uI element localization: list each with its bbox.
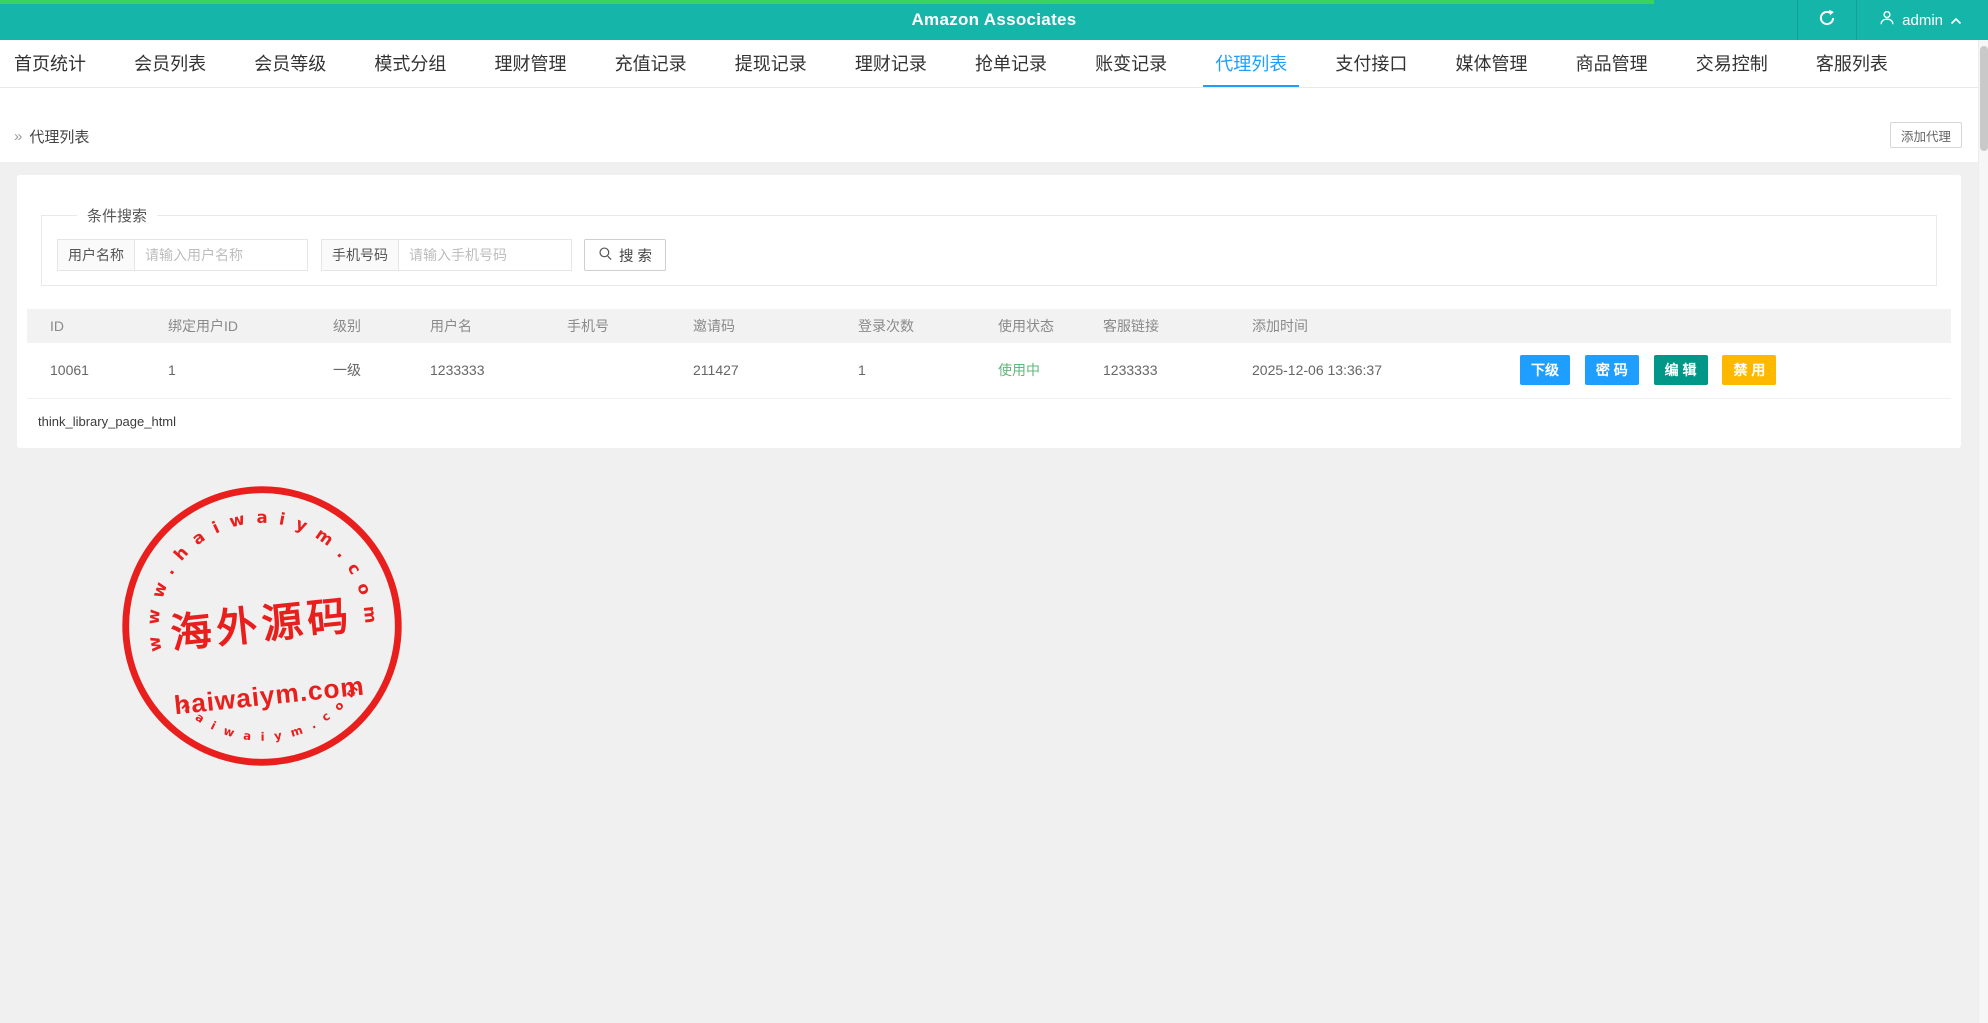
phone-label: 手机号码 — [321, 239, 399, 271]
nav-item-finance-records[interactable]: 理财记录 — [843, 40, 939, 87]
table-header-row: ID 绑定用户ID 级别 用户名 手机号 邀请码 登录次数 使用状态 客服链接 … — [27, 309, 1951, 343]
username-input[interactable] — [135, 239, 308, 271]
vertical-scrollbar[interactable] — [1978, 40, 1988, 1023]
col-invite-code: 邀请码 — [670, 309, 835, 343]
subordinates-button[interactable]: 下级 — [1520, 355, 1570, 385]
cell-invite-code: 211427 — [670, 343, 835, 398]
page-content: 条件搜索 用户名称 手机号码 — [0, 175, 1988, 1023]
nav-item-balance-records[interactable]: 账变记录 — [1083, 40, 1179, 87]
phone-input[interactable] — [399, 239, 572, 271]
nav-item-member-list[interactable]: 会员列表 — [122, 40, 218, 87]
breadcrumb-arrow-icon: » — [14, 128, 22, 145]
cell-id: 10061 — [27, 343, 145, 398]
phone-group: 手机号码 — [321, 239, 572, 271]
col-service-link: 客服链接 — [1080, 309, 1229, 343]
agent-list-card: 条件搜索 用户名称 手机号码 — [17, 175, 1961, 448]
app-title: Amazon Associates — [0, 0, 1988, 40]
search-icon — [598, 246, 613, 265]
nav-item-member-level[interactable]: 会员等级 — [242, 40, 338, 87]
nav-item-service-list[interactable]: 客服列表 — [1804, 40, 1900, 87]
scrollbar-thumb[interactable] — [1980, 46, 1988, 151]
agent-table: ID 绑定用户ID 级别 用户名 手机号 邀请码 登录次数 使用状态 客服链接 … — [27, 309, 1951, 399]
header-controls: admin — [1797, 0, 1988, 40]
nav-item-payment-api[interactable]: 支付接口 — [1323, 40, 1419, 87]
col-level: 级别 — [310, 309, 407, 343]
search-button[interactable]: 搜 索 — [584, 239, 666, 271]
nav-item-product-manage[interactable]: 商品管理 — [1564, 40, 1660, 87]
breadcrumb: » 代理列表 — [14, 126, 89, 147]
user-icon — [1879, 10, 1895, 30]
cell-level: 一级 — [310, 343, 407, 398]
col-username: 用户名 — [407, 309, 544, 343]
add-agent-button[interactable]: 添加代理 — [1890, 122, 1962, 148]
search-legend: 条件搜索 — [77, 205, 157, 226]
password-button[interactable]: 密 码 — [1585, 355, 1639, 385]
search-fieldset: 条件搜索 用户名称 手机号码 — [41, 205, 1937, 286]
refresh-button[interactable] — [1797, 0, 1856, 40]
nav-item-recharge-records[interactable]: 充值记录 — [603, 40, 699, 87]
cell-login-count: 1 — [835, 343, 975, 398]
col-status: 使用状态 — [975, 309, 1080, 343]
admin-user-menu[interactable]: admin — [1856, 0, 1988, 40]
status-badge: 使用中 — [975, 343, 1080, 398]
col-id: ID — [27, 309, 145, 343]
cell-phone — [544, 343, 670, 398]
username-group: 用户名称 — [57, 239, 308, 271]
search-button-label: 搜 索 — [619, 245, 652, 266]
page-title: 代理列表 — [29, 126, 89, 147]
nav-item-finance-manage[interactable]: 理财管理 — [483, 40, 579, 87]
cell-service-link: 1233333 — [1080, 343, 1229, 398]
col-login-count: 登录次数 — [835, 309, 975, 343]
agent-table-wrap: ID 绑定用户ID 级别 用户名 手机号 邀请码 登录次数 使用状态 客服链接 … — [27, 309, 1951, 399]
cell-add-time: 2025-12-06 13:36:37 — [1229, 343, 1497, 398]
disable-button[interactable]: 禁 用 — [1722, 355, 1776, 385]
username-label: 用户名称 — [57, 239, 135, 271]
search-form: 用户名称 手机号码 搜 索 — [57, 239, 1921, 271]
nav-item-withdraw-records[interactable]: 提现记录 — [723, 40, 819, 87]
col-add-time: 添加时间 — [1229, 309, 1497, 343]
cell-username: 1233333 — [407, 343, 544, 398]
nav-item-home-stats[interactable]: 首页统计 — [2, 40, 98, 87]
main-nav: 首页统计 会员列表 会员等级 模式分组 理财管理 充值记录 提现记录 理财记录 … — [0, 40, 1988, 88]
col-actions — [1497, 309, 1951, 343]
top-header-bar: Amazon Associates admin — [0, 0, 1988, 40]
debug-note: think_library_page_html — [38, 414, 1961, 429]
cell-bind-user-id: 1 — [145, 343, 310, 398]
nav-item-media-manage[interactable]: 媒体管理 — [1444, 40, 1540, 87]
loading-progress-bar — [0, 0, 1654, 4]
refresh-icon — [1818, 9, 1836, 32]
nav-item-order-records[interactable]: 抢单记录 — [963, 40, 1059, 87]
cell-actions: 下级 密 码 编 辑 禁 用 — [1497, 343, 1951, 398]
table-row: 10061 1 一级 1233333 211427 1 使用中 1233333 … — [27, 343, 1951, 398]
col-bind-user-id: 绑定用户ID — [145, 309, 310, 343]
admin-username: admin — [1902, 12, 1943, 29]
breadcrumb-bar: » 代理列表 添加代理 — [0, 88, 1988, 162]
chevron-up-icon — [1950, 12, 1962, 29]
nav-item-trade-control[interactable]: 交易控制 — [1684, 40, 1780, 87]
col-phone: 手机号 — [544, 309, 670, 343]
nav-item-agent-list[interactable]: 代理列表 — [1203, 40, 1299, 87]
nav-item-mode-group[interactable]: 模式分组 — [362, 40, 458, 87]
edit-button[interactable]: 编 辑 — [1654, 355, 1708, 385]
